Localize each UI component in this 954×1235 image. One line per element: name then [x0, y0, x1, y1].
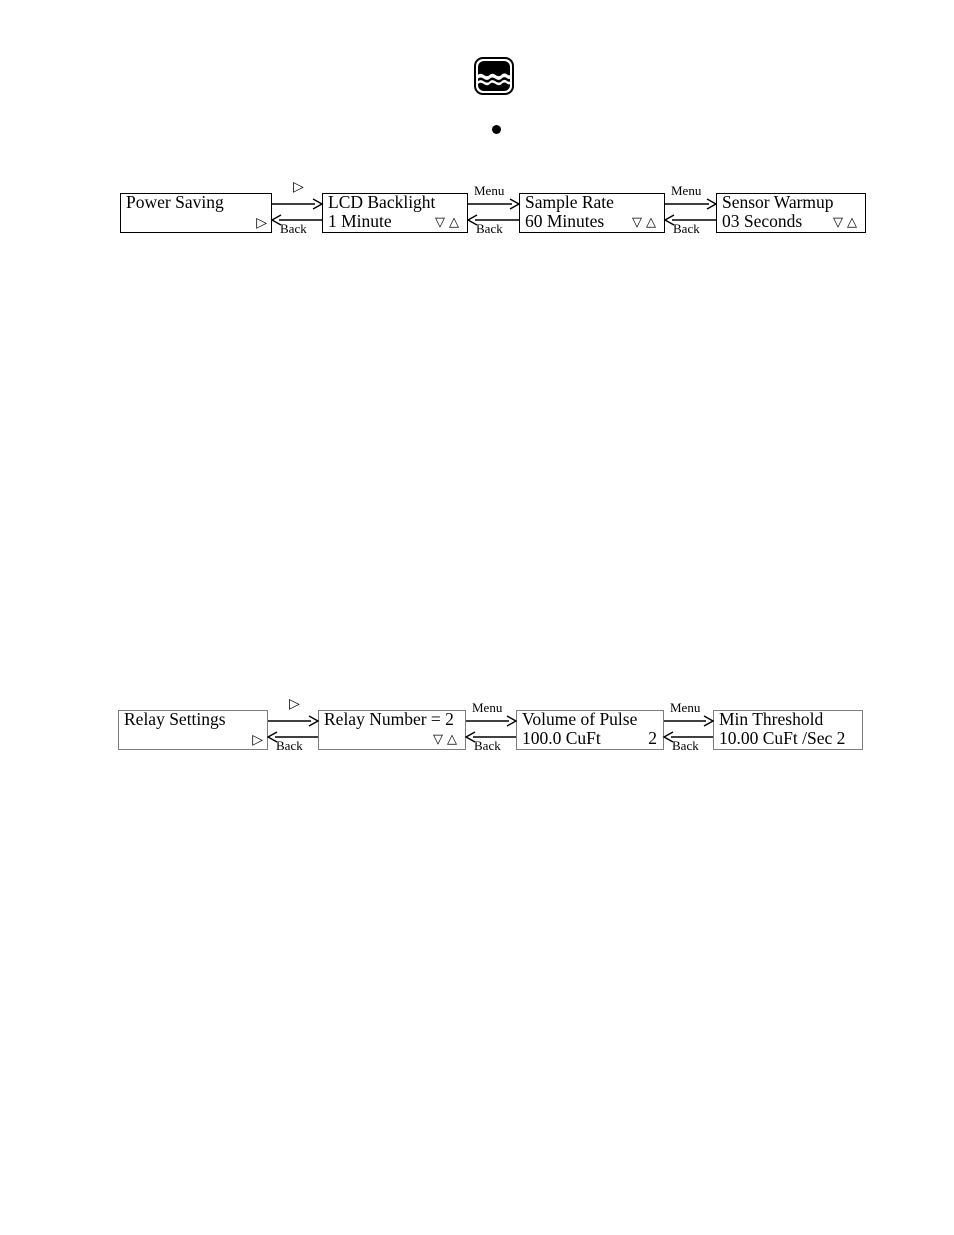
bullet-dot	[492, 125, 501, 134]
screen-node-relay-number[interactable]: Relay Number = 2 ▽△	[318, 710, 466, 750]
enter-marker-icon: ▷	[293, 180, 304, 195]
enter-marker-icon[interactable]: ▷	[256, 216, 267, 232]
screen-node-sample-rate[interactable]: Sample Rate 60 Minutes ▽△	[519, 193, 665, 233]
enter-marker-icon: ▷	[289, 697, 300, 712]
screen-value: 100.0 CuFt	[522, 728, 601, 748]
down-arrow-icon[interactable]: ▽	[833, 214, 847, 229]
screen-node-relay-settings[interactable]: Relay Settings ▷	[118, 710, 268, 750]
screen-value-index: 2	[648, 728, 657, 748]
wave-logo-icon	[478, 61, 510, 91]
connector-label-back: Back	[276, 738, 303, 753]
adjust-arrows[interactable]: ▽△	[433, 730, 461, 748]
connector-label-menu: Menu	[671, 183, 702, 198]
screen-line-1: LCD Backlight	[328, 192, 436, 212]
screen-node-min-threshold[interactable]: Min Threshold 10.00 CuFt /Sec 2	[713, 710, 863, 750]
screen-node-sensor-warmup[interactable]: Sensor Warmup 03 Seconds ▽△	[716, 193, 866, 233]
adjust-arrows[interactable]: ▽△	[435, 213, 463, 231]
screen-line-2	[126, 212, 267, 232]
adjust-arrows[interactable]: ▽△	[833, 213, 861, 231]
wave-logo	[474, 57, 514, 95]
flow-connector-menu-2: Menu Back	[662, 695, 715, 775]
relay-settings-flow: Relay Settings ▷ Relay Number = 2 ▽△ Volume …	[0, 695, 954, 775]
screen-node-power-saving[interactable]: Power Saving ▷	[120, 193, 272, 233]
adjust-arrows[interactable]: ▽△	[632, 213, 660, 231]
connector-label-menu: Menu	[474, 183, 505, 198]
power-saving-flow: Power Saving ▷ LCD Backlight 1 Minute ▽△ Samp…	[0, 178, 954, 258]
enter-marker-icon[interactable]: ▷	[252, 733, 263, 749]
flow-connector-menu-1: Menu Back	[466, 178, 521, 258]
connector-label-back: Back	[672, 738, 699, 753]
screen-value: 10.00 CuFt /Sec 2	[719, 728, 846, 748]
up-arrow-icon[interactable]: △	[847, 214, 861, 229]
screen-line-2: 10.00 CuFt /Sec 2	[719, 729, 858, 749]
up-arrow-icon[interactable]: △	[449, 214, 463, 229]
screen-value: 60 Minutes	[525, 211, 605, 231]
flow-connector-enter: ▷ Back	[266, 695, 320, 775]
screen-value: 1 Minute	[328, 211, 392, 231]
down-arrow-icon[interactable]: ▽	[435, 214, 449, 229]
connector-label-back: Back	[673, 221, 700, 236]
screen-line-1: Volume of Pulse	[522, 709, 638, 729]
screen-line-2	[124, 729, 263, 749]
flow-connector-menu-1: Menu Back	[464, 695, 518, 775]
up-arrow-icon[interactable]: △	[447, 731, 461, 746]
screen-line-2: 100.0 CuFt 2	[522, 729, 659, 749]
screen-line-1: Power Saving	[126, 192, 224, 212]
flow-connector-menu-2: Menu Back	[663, 178, 718, 258]
screen-value: 03 Seconds	[722, 211, 803, 231]
screen-node-lcd-backlight[interactable]: LCD Backlight 1 Minute ▽△	[322, 193, 468, 233]
screen-node-volume-of-pulse[interactable]: Volume of Pulse 100.0 CuFt 2	[516, 710, 664, 750]
down-arrow-icon[interactable]: ▽	[632, 214, 646, 229]
screen-line-1: Sample Rate	[525, 192, 614, 212]
connector-label-back: Back	[474, 738, 501, 753]
connector-label-menu: Menu	[472, 700, 503, 715]
down-arrow-icon[interactable]: ▽	[433, 731, 447, 746]
flow-connector-enter: ▷ Back	[270, 178, 324, 258]
screen-line-1: Min Threshold	[719, 709, 824, 729]
screen-line-1: Relay Settings	[124, 709, 226, 729]
screen-line-1: Relay Number = 2	[324, 709, 454, 729]
wave-logo-outer-frame	[474, 57, 514, 95]
connector-label-back: Back	[476, 221, 503, 236]
up-arrow-icon[interactable]: △	[646, 214, 660, 229]
screen-line-1: Sensor Warmup	[722, 192, 834, 212]
connector-label-menu: Menu	[670, 700, 701, 715]
connector-label-back: Back	[280, 221, 307, 236]
